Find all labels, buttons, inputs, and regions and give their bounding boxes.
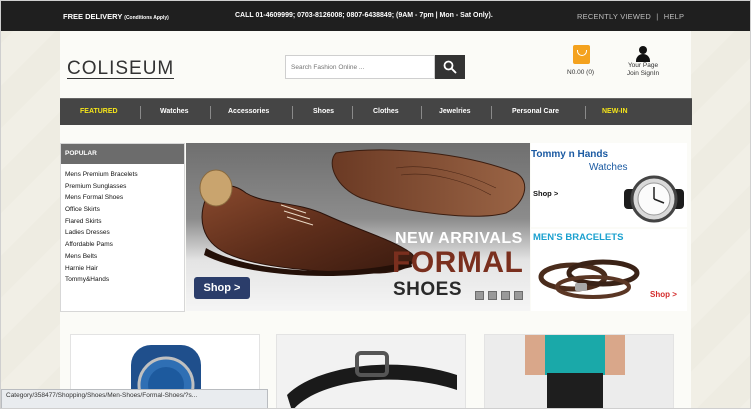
free-delivery-text: FREE DELIVERY (Conditions Apply) — [63, 12, 169, 21]
nav-item-clothes[interactable]: Clothes — [373, 108, 399, 115]
nav-divider — [210, 106, 211, 119]
popular-item[interactable]: Affordable Pams — [65, 239, 184, 251]
top-right-links: RECENTLY VIEWED | HELP — [577, 12, 684, 21]
popular-item[interactable]: Office Skirts — [65, 204, 184, 216]
cart-amount[interactable]: N0.00 (0) — [567, 69, 594, 76]
call-info: CALL 01-4609999; 0703-8126008; 0807-6438… — [235, 12, 493, 19]
slide-dot[interactable] — [475, 291, 484, 300]
nav-item-watches[interactable]: Watches — [160, 108, 189, 115]
promo-watches[interactable]: Tommy n Hands Watches Shop > — [531, 143, 687, 227]
popular-item[interactable]: Mens Belts — [65, 251, 184, 263]
popular-item[interactable]: Mens Formal Shoes — [65, 192, 184, 204]
browser-status-bar: Category/358477/Shopping/Shoes/Men-Shoes… — [1, 389, 268, 408]
nav-divider — [352, 106, 353, 119]
recently-viewed-link[interactable]: RECENTLY VIEWED — [577, 12, 651, 21]
search-input[interactable] — [285, 55, 435, 79]
join-signin-link[interactable]: Join SignIn — [621, 70, 665, 78]
nav-divider — [585, 106, 586, 119]
nav-divider — [292, 106, 293, 119]
promo-bracelets-title: MEN'S BRACELETS — [533, 232, 624, 243]
popular-item[interactable]: Ladies Dresses — [65, 227, 184, 239]
slide-dot[interactable] — [501, 291, 510, 300]
slide-dot[interactable] — [488, 291, 497, 300]
popular-heading: POPULAR — [61, 144, 184, 164]
hero-shoes: SHOES — [393, 279, 463, 300]
nav-item-jewelries[interactable]: Jewelries — [439, 108, 471, 115]
promo-watches-shop[interactable]: Shop > — [533, 189, 558, 198]
hero-banner[interactable]: NEW ARRIVALS FORMAL SHOES Shop > — [186, 143, 530, 311]
popular-sidebar: POPULAR Mens Premium Bracelets Premium S… — [60, 143, 185, 312]
popular-item[interactable]: Flared Skirts — [65, 216, 184, 228]
hero-formal: FORMAL — [392, 246, 524, 279]
nav-item-personal-care[interactable]: Personal Care — [512, 108, 559, 115]
nav-divider — [491, 106, 492, 119]
top-separator: | — [656, 12, 659, 21]
product-card-belt[interactable] — [276, 334, 466, 408]
watch-image — [624, 175, 684, 223]
product-card-outfit[interactable] — [484, 334, 674, 408]
nav-divider — [140, 106, 141, 119]
conditions-link[interactable]: (Conditions Apply) — [124, 15, 169, 21]
bracelet-image — [538, 259, 640, 299]
promo-bracelets[interactable]: MEN'S BRACELETS Shop > — [531, 229, 687, 311]
popular-item[interactable]: Harnie Hair — [65, 263, 184, 275]
popular-item[interactable]: Premium Sunglasses — [65, 181, 184, 193]
user-icon[interactable] — [636, 46, 650, 62]
nav-item-accessories[interactable]: Accessories — [228, 108, 269, 115]
search-button[interactable] — [435, 55, 465, 79]
account-links: Your Page Join SignIn — [621, 62, 665, 78]
site-logo[interactable]: COLISEUM — [67, 59, 175, 79]
nav-divider — [421, 106, 422, 119]
promo-watches-title: Tommy n Hands — [531, 149, 609, 160]
popular-item[interactable]: Tommy&Hands — [65, 274, 184, 286]
your-page-link[interactable]: Your Page — [621, 62, 665, 70]
popular-list: Mens Premium Bracelets Premium Sunglasse… — [61, 164, 184, 286]
browser-viewport: FREE DELIVERY (Conditions Apply) CALL 01… — [0, 0, 751, 409]
hero-shop-button[interactable]: Shop > — [194, 277, 250, 299]
help-link[interactable]: HELP — [664, 12, 684, 21]
belt-image — [287, 351, 457, 408]
nav-item-featured[interactable]: FEATURED — [80, 108, 118, 115]
cart-icon[interactable] — [573, 45, 590, 64]
nav-item-shoes[interactable]: Shoes — [313, 108, 334, 115]
top-bar: FREE DELIVERY (Conditions Apply) CALL 01… — [1, 1, 750, 31]
popular-item[interactable]: Mens Premium Bracelets — [65, 169, 184, 181]
slide-dot[interactable] — [514, 291, 523, 300]
outfit-image — [525, 335, 625, 408]
main-nav: FEATURED Watches Accessories Shoes Cloth… — [60, 98, 692, 125]
nav-item-new-in[interactable]: NEW-IN — [602, 108, 628, 115]
search-icon — [443, 60, 457, 74]
promo-bracelets-shop[interactable]: Shop > — [650, 290, 677, 299]
